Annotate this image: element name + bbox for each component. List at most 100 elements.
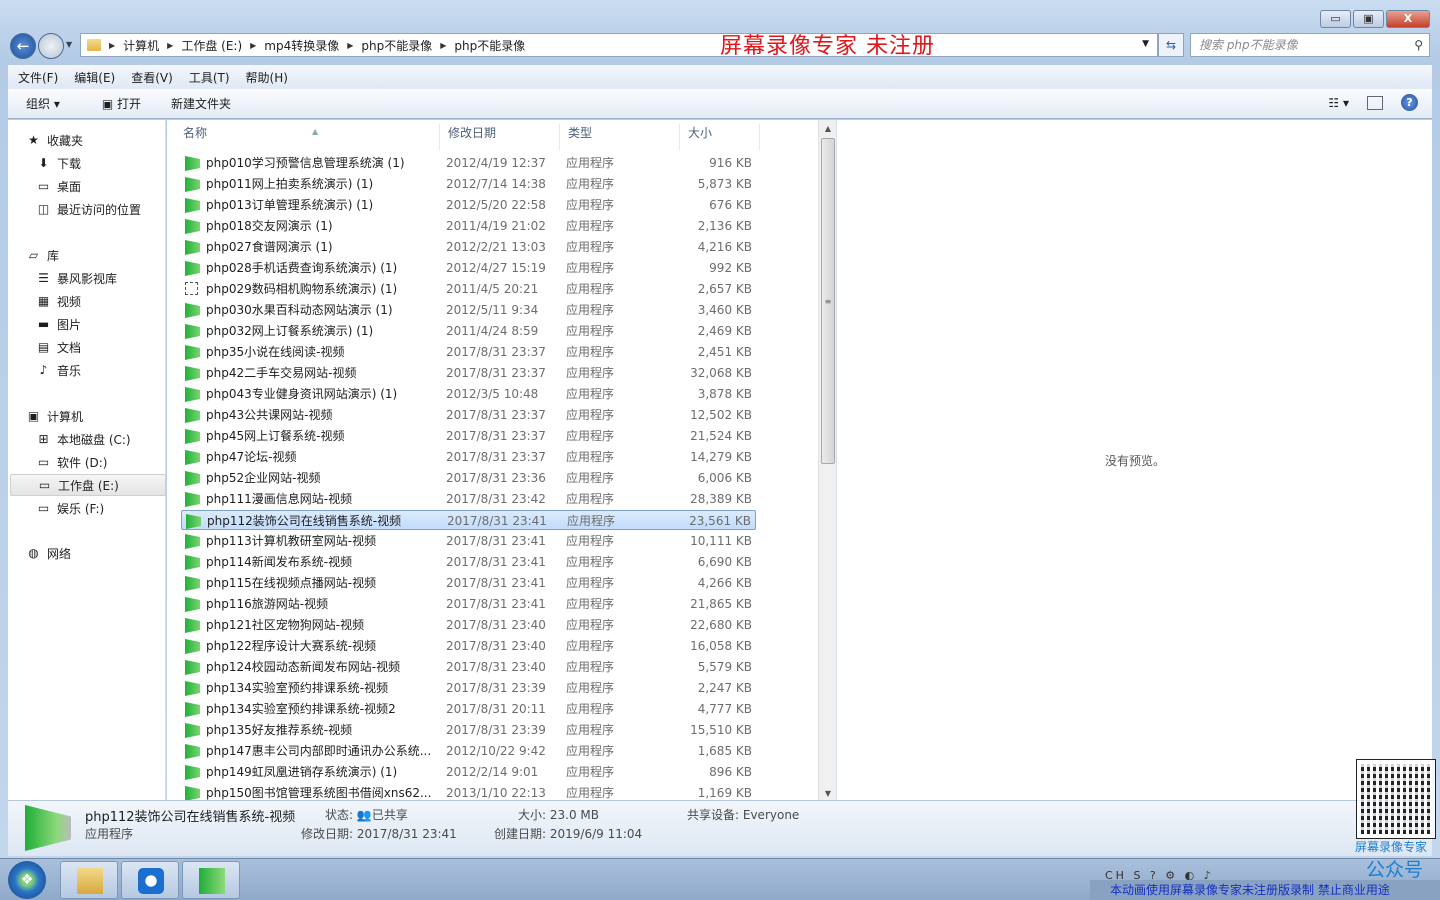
breadcrumb-item[interactable]: php不能录像 xyxy=(454,37,525,54)
file-row[interactable]: php47论坛-视频 2017/8/31 23:37 应用程序 14,279 KB xyxy=(181,447,756,467)
file-row[interactable]: php018交友网演示 (1) 2011/4/19 21:02 应用程序 2,136 … xyxy=(181,216,756,236)
breadcrumb-separator-icon[interactable]: ▶ xyxy=(347,41,353,50)
file-row[interactable]: php111漫画信息网站-视频 2017/8/31 23:42 应用程序 28,389… xyxy=(181,489,756,509)
nav-item[interactable]: ▬ 图片 xyxy=(36,313,81,335)
organize-button[interactable]: 组织 ▾ xyxy=(26,95,60,112)
search-input[interactable]: 搜索 php不能录像 ⚲ xyxy=(1190,33,1430,57)
shared-label: 共享设备: xyxy=(687,808,740,822)
file-row[interactable]: php134实验室预约排课系统-视频 2017/8/31 23:39 应用程序 2,2… xyxy=(181,678,756,698)
file-row[interactable]: php030水果百科动态网站演示 (1) 2012/5/11 9:34 应用程序 3,… xyxy=(181,300,756,320)
preview-pane-toggle[interactable] xyxy=(1367,95,1383,110)
breadcrumb-separator-icon[interactable]: ▶ xyxy=(250,41,256,50)
file-row[interactable]: php032网上订餐系统演示) (1) 2011/4/24 8:59 应用程序 2,4… xyxy=(181,321,756,341)
column-header-type[interactable]: 类型 xyxy=(560,124,680,150)
nav-item[interactable]: ▱ 库 xyxy=(26,244,59,266)
file-type: 应用程序 xyxy=(566,723,615,737)
close-button[interactable]: X xyxy=(1386,10,1430,28)
file-row[interactable]: php011网上拍卖系统演示) (1) 2012/7/14 14:38 应用程序 5,… xyxy=(181,174,756,194)
file-row[interactable]: php029数码相机购物系统演示) (1) 2011/4/5 20:21 应用程序 2… xyxy=(181,279,756,299)
menu-file[interactable]: 文件(F) xyxy=(18,69,58,86)
breadcrumb-item[interactable]: php不能录像 xyxy=(361,37,432,54)
nav-item[interactable]: ⬇ 下载 xyxy=(36,152,81,174)
library-icon: ▱ xyxy=(28,247,39,262)
menu-help[interactable]: 帮助(H) xyxy=(246,69,288,86)
breadcrumb-item[interactable]: 工作盘 (E:) xyxy=(181,37,242,54)
file-row[interactable]: php147惠丰公司内部即时通讯办公系统... 2012/10/22 9:42 应用… xyxy=(181,741,756,761)
file-row[interactable]: php134实验室预约排课系统-视频2 2017/8/31 20:11 应用程序 4,… xyxy=(181,699,756,719)
nav-item[interactable]: ◍ 网络 xyxy=(26,542,71,564)
nav-item[interactable]: ⊞ 本地磁盘 (C:) xyxy=(36,428,130,450)
file-row[interactable]: php121社区宠物狗网站-视频 2017/8/31 23:40 应用程序 22,68… xyxy=(181,615,756,635)
file-row[interactable]: php010学习预警信息管理系统演 (1) 2012/4/19 12:37 应用程序… xyxy=(181,153,756,173)
column-header-name[interactable]: 名称 ▲ xyxy=(175,124,440,150)
nav-item[interactable]: ★ 收藏夹 xyxy=(26,129,83,151)
file-row[interactable]: php114新闻发布系统-视频 2017/8/31 23:41 应用程序 6,690 … xyxy=(181,552,756,572)
column-header-size[interactable]: 大小 xyxy=(680,124,760,150)
file-row[interactable]: php124校园动态新闻发布网站-视频 2017/8/31 23:40 应用程序 5,… xyxy=(181,657,756,677)
scroll-down-arrow[interactable]: ▼ xyxy=(819,789,837,798)
nav-item[interactable]: ▭ 工作盘 (E:) xyxy=(10,474,166,496)
minimize-button[interactable]: ▭ xyxy=(1320,10,1351,28)
file-row[interactable]: php112装饰公司在线销售系统-视频 2017/8/31 23:41 应用程序 23… xyxy=(181,510,756,530)
recent-pages-dropdown[interactable]: ▼ xyxy=(66,40,72,49)
taskbar-explorer[interactable] xyxy=(60,861,118,899)
nav-item[interactable]: ◫ 最近访问的位置 xyxy=(36,198,141,220)
file-size: 32,068 KB xyxy=(690,366,752,380)
start-button[interactable]: ❖ xyxy=(8,861,46,899)
menu-view[interactable]: 查看(V) xyxy=(131,69,173,86)
file-row[interactable]: php149虹凤凰进销存系统演示) (1) 2012/2/14 9:01 应用程序 8… xyxy=(181,762,756,782)
nav-item[interactable]: ▭ 软件 (D:) xyxy=(36,451,108,473)
file-row[interactable]: php150图书馆管理系统图书借阅xns62... 2013/1/10 22:13… xyxy=(181,783,756,800)
file-size: 21,524 KB xyxy=(690,429,752,443)
file-row[interactable]: php52企业网站-视频 2017/8/31 23:36 应用程序 6,006 KB xyxy=(181,468,756,488)
breadcrumb-separator-icon[interactable]: ▶ xyxy=(440,41,446,50)
file-row[interactable]: php135好友推荐系统-视频 2017/8/31 23:39 应用程序 15,510… xyxy=(181,720,756,740)
menu-tools[interactable]: 工具(T) xyxy=(189,69,230,86)
breadcrumb-separator-icon[interactable]: ▶ xyxy=(167,41,173,50)
help-icon[interactable]: ? xyxy=(1401,94,1418,111)
refresh-button[interactable]: ⇆ xyxy=(1158,33,1184,57)
file-row[interactable]: php043专业健身资讯网站演示) (1) 2012/3/5 10:48 应用程序 3… xyxy=(181,384,756,404)
nav-item[interactable]: ▣ 计算机 xyxy=(26,405,83,427)
nav-item[interactable]: ▭ 娱乐 (F:) xyxy=(36,497,104,519)
nav-item[interactable]: ☰ 暴风影视库 xyxy=(36,267,117,289)
address-bar[interactable]: ▶ 计算机 ▶ 工作盘 (E:) ▶ mp4转换录像 ▶ php不能录像 ▶ php不能录像 ▼ xyxy=(80,33,1158,57)
scroll-up-arrow[interactable]: ▲ xyxy=(819,124,837,133)
taskbar-teamviewer[interactable] xyxy=(121,861,179,899)
vertical-scrollbar[interactable]: ▲ ≡ ▼ xyxy=(818,120,836,800)
breadcrumb-item[interactable]: mp4转换录像 xyxy=(264,37,339,54)
nav-item[interactable]: ▤ 文档 xyxy=(36,336,81,358)
open-button[interactable]: ▣ 打开 xyxy=(102,95,141,112)
file-type: 应用程序 xyxy=(566,240,615,254)
file-row[interactable]: php028手机话费查询系统演示) (1) 2012/4/27 15:19 应用程序… xyxy=(181,258,756,278)
file-row[interactable]: php45网上订餐系统-视频 2017/8/31 23:37 应用程序 21,524 … xyxy=(181,426,756,446)
menu-edit[interactable]: 编辑(E) xyxy=(74,69,115,86)
scrollbar-thumb[interactable]: ≡ xyxy=(821,138,835,464)
breadcrumb-separator-icon[interactable]: ▶ xyxy=(109,41,115,50)
forward-button[interactable] xyxy=(38,33,64,59)
file-row[interactable]: php42二手车交易网站-视频 2017/8/31 23:37 应用程序 32,068… xyxy=(181,363,756,383)
file-row[interactable]: php35小说在线阅读-视频 2017/8/31 23:37 应用程序 2,451 K… xyxy=(181,342,756,362)
file-row[interactable]: php122程序设计大赛系统-视频 2017/8/31 23:40 应用程序 16,0… xyxy=(181,636,756,656)
file-name: php113计算机教研室网站-视频 xyxy=(206,534,377,548)
address-dropdown-icon[interactable]: ▼ xyxy=(1142,39,1149,49)
nav-item[interactable]: ▭ 桌面 xyxy=(36,175,81,197)
file-date: 2011/4/24 8:59 xyxy=(446,324,539,338)
taskbar-player[interactable] xyxy=(182,861,240,899)
file-row[interactable]: php013订单管理系统演示) (1) 2012/5/20 22:58 应用程序 67… xyxy=(181,195,756,215)
file-row[interactable]: php116旅游网站-视频 2017/8/31 23:41 应用程序 21,865 K… xyxy=(181,594,756,614)
back-button[interactable]: ← xyxy=(10,33,36,59)
qr-caption-large: 公众号 xyxy=(1366,859,1424,881)
file-row[interactable]: php115在线视频点播网站-视频 2017/8/31 23:41 应用程序 4,26… xyxy=(181,573,756,593)
nav-item[interactable]: ▦ 视频 xyxy=(36,290,81,312)
view-options-button[interactable]: ☷ ▾ xyxy=(1328,96,1349,110)
file-row[interactable]: php43公共课网站-视频 2017/8/31 23:37 应用程序 12,502 K… xyxy=(181,405,756,425)
file-date: 2017/8/31 23:41 xyxy=(446,534,546,548)
maximize-button[interactable]: ▣ xyxy=(1353,10,1384,28)
column-header-date[interactable]: 修改日期 xyxy=(440,124,560,150)
file-row[interactable]: php027食谱网演示 (1) 2012/2/21 13:03 应用程序 4,216 … xyxy=(181,237,756,257)
file-row[interactable]: php113计算机教研室网站-视频 2017/8/31 23:41 应用程序 10,1… xyxy=(181,531,756,551)
breadcrumb-item[interactable]: 计算机 xyxy=(123,37,159,54)
nav-item[interactable]: ♪ 音乐 xyxy=(36,359,81,381)
new-folder-button[interactable]: 新建文件夹 xyxy=(171,95,231,112)
